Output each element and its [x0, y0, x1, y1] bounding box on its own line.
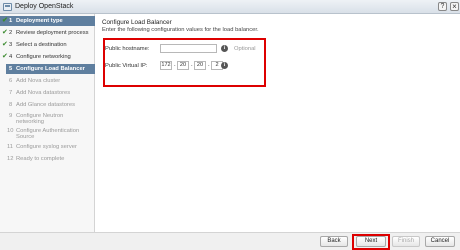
step-label: Add Nova cluster [16, 78, 61, 84]
step-label: Add Nova datastores [16, 90, 71, 96]
help-button[interactable]: ? [438, 2, 447, 11]
optional-label: Optional [234, 46, 256, 52]
step-label: Select a destination [16, 42, 67, 48]
ip-separator: . [174, 62, 176, 68]
ip-separator: . [208, 62, 210, 68]
step-number: 2 [9, 30, 13, 36]
step-configure-load-balancer[interactable]: 5 Configure Load Balancer [6, 64, 95, 74]
ip-octet-1[interactable]: 172 [160, 61, 172, 70]
step-label: Configure networking [16, 54, 71, 60]
ip-octet-2[interactable]: 20 [177, 61, 189, 70]
step-label: Deployment type [16, 18, 63, 24]
step-select-destination[interactable]: ✔ 3 Select a destination [0, 40, 95, 50]
check-icon: ✔ [2, 53, 8, 60]
step-add-nova-cluster: 6 Add Nova cluster [0, 76, 95, 86]
step-number: 9 [9, 113, 13, 119]
main-content: Configure Load Balancer Enter the follow… [96, 14, 460, 232]
finish-button: Finish [392, 236, 420, 247]
step-label: Review deployment process [16, 30, 89, 36]
step-add-glance-datastores: 8 Add Glance datastores [0, 100, 95, 110]
ip-octet-3[interactable]: 20 [194, 61, 206, 70]
step-label: Add Glance datastores [16, 102, 75, 108]
step-add-nova-datastores: 7 Add Nova datastores [0, 88, 95, 98]
step-number: 12 [7, 156, 14, 162]
step-ready-to-complete: 12 Ready to complete [0, 154, 95, 164]
info-icon[interactable]: i [221, 62, 228, 69]
step-number: 4 [9, 54, 13, 60]
close-button[interactable]: × [450, 2, 459, 11]
step-number: 10 [7, 128, 14, 134]
step-configure-syslog: 11 Configure syslog server [0, 142, 95, 152]
window-title: Deploy OpenStack [15, 3, 74, 10]
step-deployment-type[interactable]: ✔ 1 Deployment type [0, 16, 95, 26]
cancel-button[interactable]: Cancel [425, 236, 455, 247]
public-hostname-input[interactable] [160, 44, 217, 53]
page-title: Configure Load Balancer [102, 19, 172, 26]
wizard-steps-sidebar: ✔ 1 Deployment type ✔ 2 Review deploymen… [0, 14, 95, 232]
ip-separator: . [191, 62, 193, 68]
check-icon: ✔ [2, 17, 8, 24]
check-icon: ✔ [2, 29, 8, 36]
step-configure-neutron: 9 Configure Neutron networking [0, 111, 95, 125]
step-number: 7 [9, 90, 13, 96]
step-number: 11 [7, 144, 14, 150]
step-configure-networking[interactable]: ✔ 4 Configure networking [0, 52, 95, 62]
step-number: 8 [9, 102, 13, 108]
info-icon[interactable]: i [221, 45, 228, 52]
next-button[interactable]: Next [356, 236, 386, 247]
step-number: 3 [9, 42, 13, 48]
title-bar: Deploy OpenStack ? × [0, 0, 460, 14]
step-label: Configure syslog server [16, 144, 77, 150]
step-label: Configure Load Balancer [16, 66, 85, 72]
step-number: 1 [9, 18, 13, 24]
wizard-footer: Back Next Finish Cancel [0, 232, 460, 250]
step-number: 6 [9, 78, 13, 84]
app-window-icon [3, 3, 12, 11]
step-label: Configure Neutron networking [16, 113, 64, 125]
public-vip-label: Public Virtual IP: [105, 63, 148, 69]
step-label: Configure Authentication Source [16, 128, 80, 140]
public-hostname-label: Public hostname: [105, 46, 150, 52]
step-configure-authentication: 10 Configure Authentication Source [0, 126, 95, 140]
page-description: Enter the following configuration values… [102, 27, 259, 33]
step-number: 5 [9, 66, 13, 72]
back-button[interactable]: Back [320, 236, 348, 247]
step-review-deployment[interactable]: ✔ 2 Review deployment process [0, 28, 95, 38]
step-label: Ready to complete [16, 156, 65, 162]
check-icon: ✔ [2, 41, 8, 48]
